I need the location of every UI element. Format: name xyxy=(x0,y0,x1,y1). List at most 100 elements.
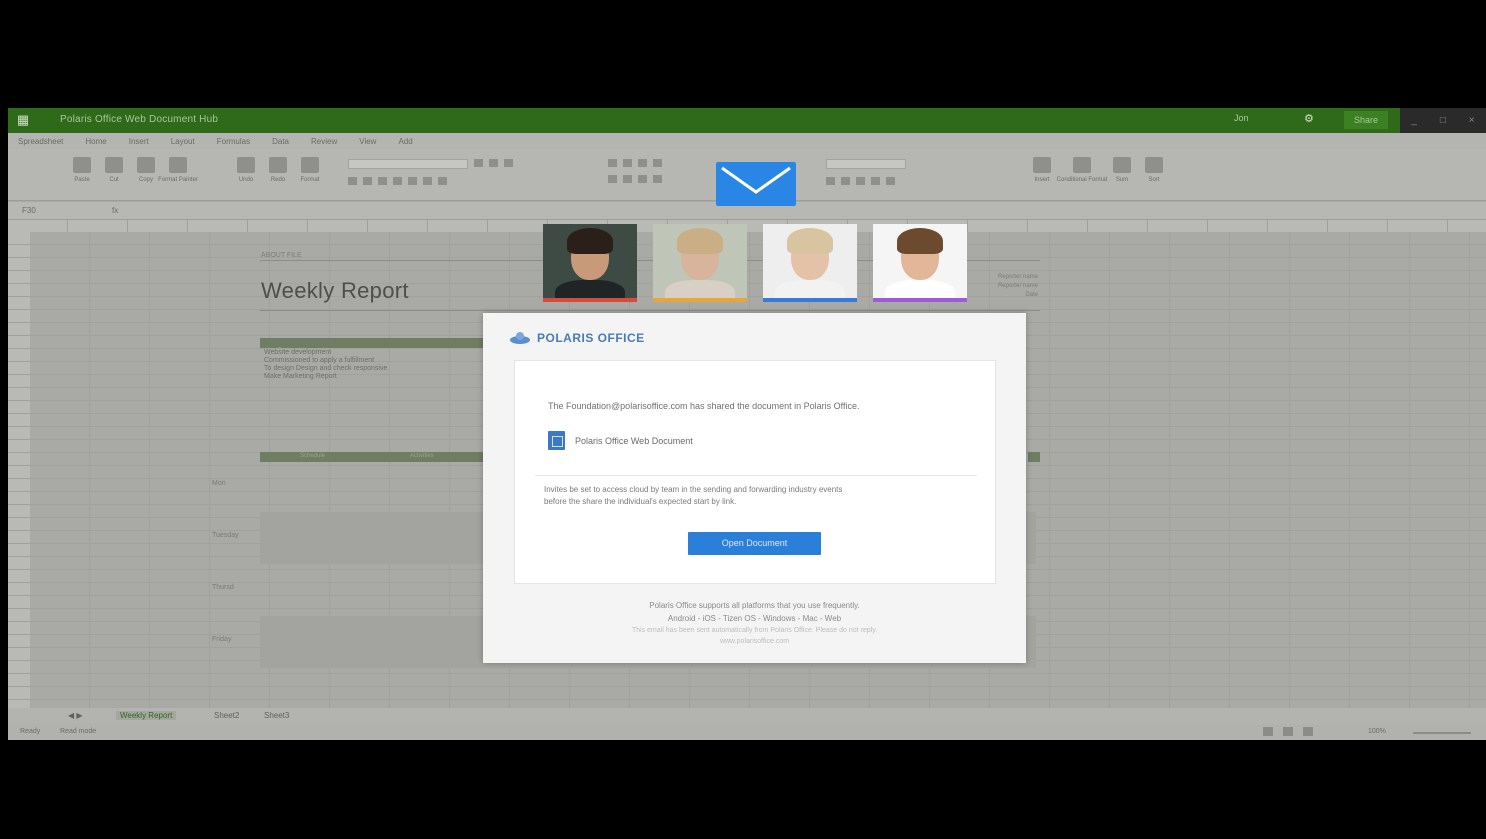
footer-disclaimer: This email has been sent automatically f… xyxy=(631,627,878,634)
copy-icon xyxy=(137,157,155,173)
report-meta: Reporter name Reporter name Date xyxy=(968,274,1038,298)
day-label: Mon xyxy=(212,480,226,487)
align-bottom-icon[interactable] xyxy=(638,159,647,167)
sort-button[interactable]: Sort xyxy=(1142,157,1166,193)
redo-icon xyxy=(269,157,287,173)
user-name[interactable]: Jon xyxy=(1234,113,1249,123)
avatar xyxy=(873,224,967,302)
paste-icon xyxy=(73,157,91,173)
format-icon xyxy=(301,157,319,173)
day-label: Friday xyxy=(212,636,232,643)
font-color-icon[interactable] xyxy=(408,177,417,185)
page-layout-icon[interactable] xyxy=(1283,727,1293,736)
menu-item[interactable]: Spreadsheet xyxy=(18,137,63,146)
number-group xyxy=(826,159,906,191)
wrap-icon[interactable] xyxy=(653,159,662,167)
fill-color-icon[interactable] xyxy=(423,177,432,185)
shrink-font-icon[interactable] xyxy=(504,159,513,167)
comma-icon[interactable] xyxy=(856,177,865,185)
sum-icon xyxy=(1113,157,1131,173)
number-format-select[interactable] xyxy=(826,159,906,169)
reporter-label: Reporter name xyxy=(997,274,1038,280)
format-button[interactable]: Format xyxy=(298,157,322,193)
share-email-dialog: POLARIS OFFICE The Foundation@polarisoff… xyxy=(483,313,1026,663)
open-document-button[interactable]: Open Document xyxy=(688,532,821,555)
format-painter-button[interactable]: Format Painter xyxy=(158,157,198,193)
gear-icon[interactable]: ⚙ xyxy=(1304,112,1318,126)
normal-view-icon[interactable] xyxy=(1263,727,1273,736)
sheet-tab[interactable]: Weekly Report xyxy=(116,711,177,720)
avatar-hair xyxy=(897,228,943,254)
zoom-slider[interactable] xyxy=(1413,732,1471,734)
share-button[interactable]: Share xyxy=(1344,111,1388,129)
sum-button[interactable]: Sum xyxy=(1110,157,1134,193)
avatar-hair xyxy=(567,228,613,254)
avatar-stripe xyxy=(763,298,857,302)
cells-group: Insert Conditional Format Sum Sort xyxy=(1030,157,1166,193)
insert-button[interactable]: Insert xyxy=(1030,157,1054,193)
day-label: Tuesday xyxy=(212,532,239,539)
shared-document[interactable]: Polaris Office Web Document xyxy=(548,431,693,450)
align-middle-icon[interactable] xyxy=(623,159,632,167)
sheet-tab[interactable]: Sheet2 xyxy=(214,711,239,720)
align-left-icon[interactable] xyxy=(608,175,617,183)
fx-icon: fx xyxy=(112,206,119,215)
divider xyxy=(535,475,977,476)
menu-item[interactable]: Home xyxy=(85,137,106,146)
schedule-header-bar-end xyxy=(1028,452,1040,462)
minimize-icon[interactable]: _ xyxy=(1411,115,1417,126)
title-rule xyxy=(260,310,1040,311)
cut-button[interactable]: Cut xyxy=(102,157,126,193)
percent-icon[interactable] xyxy=(841,177,850,185)
font-name-select[interactable] xyxy=(348,159,468,169)
share-message: The Foundation@polarisoffice.com has sha… xyxy=(548,401,860,411)
cell-reference[interactable]: F30 xyxy=(22,206,36,215)
menu-item[interactable]: Add xyxy=(398,137,412,146)
align-center-icon[interactable] xyxy=(623,175,632,183)
maximize-icon[interactable]: □ xyxy=(1440,115,1446,126)
avatar-stripe xyxy=(873,298,967,302)
close-icon[interactable]: × xyxy=(1469,115,1475,126)
strikethrough-icon[interactable] xyxy=(393,177,402,185)
sheet-nav[interactable]: ◀ ▶ xyxy=(68,711,83,720)
avatar-stripe xyxy=(543,298,637,302)
align-right-icon[interactable] xyxy=(638,175,647,183)
video-frame: ▦ Polaris Office Web Document Hub Jon ⚙ … xyxy=(0,0,1486,839)
mail-icon xyxy=(716,162,796,206)
task-header-bar: Key Tasks of the week xyxy=(260,338,490,354)
menu-item[interactable]: Review xyxy=(311,137,337,146)
merge-icon[interactable] xyxy=(653,175,662,183)
sheet-tab[interactable]: Sheet3 xyxy=(264,711,289,720)
edit-group: Undo Redo Format xyxy=(234,157,322,193)
page-break-icon[interactable] xyxy=(1303,727,1313,736)
conditional-format-button[interactable]: Conditional Format xyxy=(1057,157,1107,193)
menu-item[interactable]: Formulas xyxy=(217,137,250,146)
sort-icon xyxy=(1145,157,1163,173)
status-bar: Ready Read mode 100% xyxy=(8,724,1486,740)
font-size-select[interactable] xyxy=(474,159,483,167)
redo-button[interactable]: Redo xyxy=(266,157,290,193)
paste-button[interactable]: Paste xyxy=(70,157,94,193)
bold-icon[interactable] xyxy=(348,177,357,185)
grow-font-icon[interactable] xyxy=(489,159,498,167)
menu-item[interactable]: Layout xyxy=(171,137,195,146)
increase-decimal-icon[interactable] xyxy=(871,177,880,185)
italic-icon[interactable] xyxy=(363,177,372,185)
border-icon[interactable] xyxy=(438,177,447,185)
activities-header: Activities xyxy=(410,453,434,459)
undo-button[interactable]: Undo xyxy=(234,157,258,193)
copy-button[interactable]: Copy xyxy=(134,157,158,193)
sheet-tabs: ◀ ▶ Weekly Report Sheet2 Sheet3 xyxy=(8,708,1486,724)
document-name[interactable]: Polaris Office Web Document xyxy=(575,436,693,446)
currency-icon[interactable] xyxy=(826,177,835,185)
menu-item[interactable]: Insert xyxy=(129,137,149,146)
underline-icon[interactable] xyxy=(378,177,387,185)
menu-item[interactable]: Data xyxy=(272,137,289,146)
align-top-icon[interactable] xyxy=(608,159,617,167)
menu-item[interactable]: View xyxy=(359,137,376,146)
decrease-decimal-icon[interactable] xyxy=(886,177,895,185)
task-item: To design Design and check responsive xyxy=(264,365,388,372)
avatar-row xyxy=(543,224,967,302)
schedule-header-bar: Schedule Activities xyxy=(260,452,490,462)
footer-link[interactable]: www.polarisoffice.com xyxy=(483,638,1026,645)
